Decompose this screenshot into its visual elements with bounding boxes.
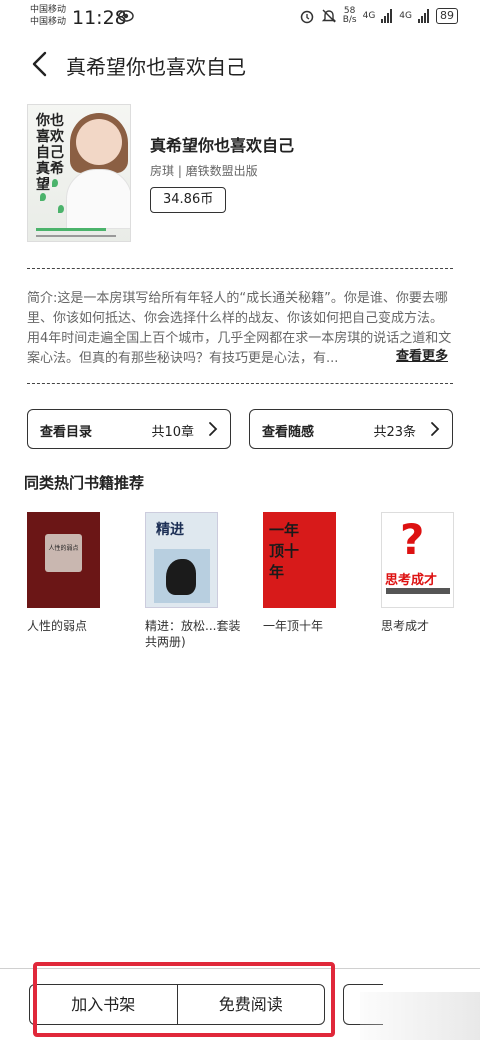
net-speed-unit: B/s: [342, 15, 357, 25]
book-cover: ? 思考成才: [381, 512, 454, 608]
battery-indicator: 89: [436, 8, 458, 24]
chevron-right-icon: [209, 422, 218, 436]
signal-icon: [418, 9, 429, 23]
cover-title: 精进: [156, 522, 184, 538]
cover-title: 一年顶十年: [269, 521, 300, 581]
view-catalog-button[interactable]: 查看目录 共10章: [27, 409, 231, 449]
crow-illustration: [166, 559, 196, 595]
cover-title: 人性的弱点: [48, 545, 79, 552]
recommended-book[interactable]: 一年顶十年 一年顶十年: [263, 512, 367, 634]
map-pin-icon: [58, 205, 64, 213]
signal-icon: [381, 9, 393, 23]
carrier-label: 中国移动: [30, 17, 67, 27]
divider: [27, 268, 453, 269]
book-cover: 一年顶十年: [263, 512, 336, 608]
book-name: 精进：放松...套装共两册): [145, 619, 241, 649]
cover-decoration: [36, 235, 116, 237]
recommended-book[interactable]: 精进 精进：放松...套装共两册): [145, 512, 249, 650]
see-more-link[interactable]: 查看更多: [392, 345, 449, 364]
add-to-shelf-button[interactable]: 加入书架: [30, 985, 177, 1024]
signal-label: 4G: [399, 11, 412, 21]
map-pin-icon: [52, 179, 58, 187]
recommend-section-title: 同类热门书籍推荐: [24, 474, 145, 492]
intro-text: 简介:这是一本房琪写给所有年轻人的“成长通关秘籍”。你是谁、你要去哪里、你该如何…: [27, 291, 452, 366]
mute-bell-icon: [321, 9, 336, 23]
net-speed: 58 B/s: [343, 7, 357, 25]
catalog-label: 查看目录: [40, 425, 93, 440]
divider: [27, 383, 453, 384]
cover-portrait-shirt: [66, 169, 130, 229]
bottom-action-bar: 加入书架 免费阅读: [29, 984, 325, 1025]
price-badge: 34.86币: [150, 187, 227, 213]
book-name: 思考成才: [381, 619, 430, 633]
book-title: 真希望你也喜欢自己: [150, 136, 295, 155]
book-author-publisher: 房琪 | 磨铁数盟出版: [150, 164, 258, 178]
question-mark-icon: ?: [400, 515, 425, 564]
signal-label: 4G: [362, 11, 376, 21]
status-bar: 中国移动 中国移动 11:28 58 B/s 4G 4G 89: [0, 0, 480, 34]
chevron-right-icon: [431, 422, 440, 436]
cover-decoration: [386, 588, 450, 594]
eye-icon: [118, 10, 134, 22]
carrier-label: 中国移动: [30, 5, 67, 15]
recommended-book[interactable]: ? 思考成才 思考成才: [381, 512, 480, 634]
book-name: 人性的弱点: [27, 619, 88, 633]
book-cover[interactable]: 你也喜欢自己真希望: [27, 104, 131, 242]
book-intro: 简介:这是一本房琪写给所有年轻人的“成长通关秘籍”。你是谁、你要去哪里、你该如何…: [27, 289, 453, 369]
cover-decoration: [36, 228, 106, 231]
cover-title: 思考成才: [385, 573, 438, 588]
cover-plate: [45, 534, 82, 572]
page-title: 真希望你也喜欢自己: [66, 55, 246, 79]
map-pin-icon: [40, 193, 46, 201]
book-name: 一年顶十年: [263, 619, 324, 633]
notes-count: 共23条: [373, 425, 416, 440]
book-cover: 人性的弱点: [27, 512, 100, 608]
free-read-button[interactable]: 免费阅读: [178, 985, 325, 1024]
watermark: [360, 992, 480, 1040]
alarm-icon: [300, 10, 313, 24]
chapter-count: 共10章: [151, 425, 194, 440]
notes-label: 查看随感: [262, 425, 315, 440]
view-notes-button[interactable]: 查看随感 共23条: [249, 409, 453, 449]
cover-portrait-face: [76, 119, 122, 165]
book-cover: 精进: [145, 512, 218, 608]
top-nav: 真希望你也喜欢自己: [0, 40, 480, 90]
recommended-book[interactable]: 人性的弱点 人性的弱点: [27, 512, 131, 634]
status-icons: 58 B/s 4G 4G 89: [299, 7, 458, 25]
back-arrow-icon[interactable]: [28, 50, 52, 78]
bottom-divider: [0, 968, 480, 969]
